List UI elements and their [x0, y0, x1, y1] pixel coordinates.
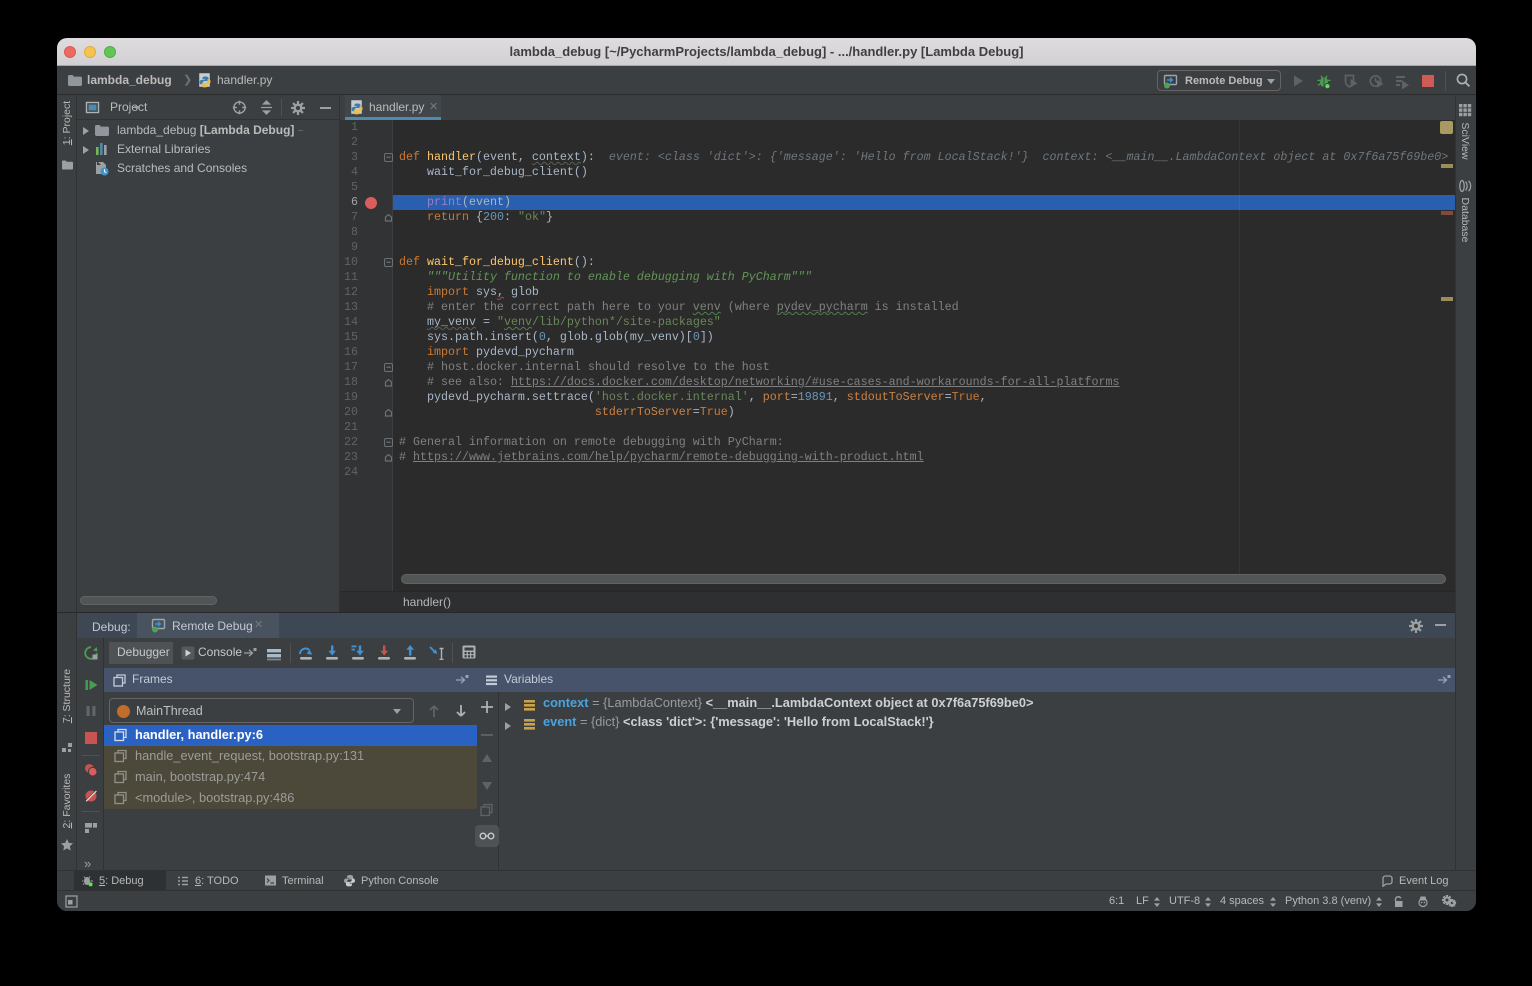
- svg-text:?: ?: [1452, 900, 1457, 908]
